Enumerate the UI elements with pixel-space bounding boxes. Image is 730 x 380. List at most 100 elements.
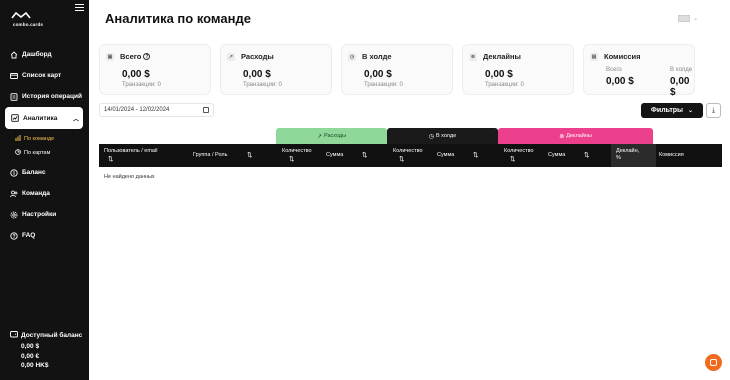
history-icon [10,92,18,101]
card-transactions: Транзакции: 0 [243,82,282,88]
bar-chart-icon [15,135,21,143]
logo-text: combo.cards [12,22,44,27]
sort-icon[interactable]: ⇅ [510,155,515,163]
th-declines-qty[interactable]: Количество [504,148,534,155]
chat-button[interactable] [705,354,722,371]
decline-icon: ⊗ [469,52,477,61]
card-title: Деклайны [483,52,521,61]
date-range-value: 14/01/2024 - 12/02/2024 [104,107,170,113]
sidebar-subitem-by-team[interactable]: По команде [0,132,89,146]
calendar-icon[interactable] [203,107,209,113]
sort-icon[interactable]: ⇅ [362,151,367,159]
faq-icon: ? [10,231,18,240]
card-title: Всего [120,52,142,61]
analytics-icon [11,114,19,122]
sort-icon[interactable]: ⇅ [289,155,294,163]
commission-total: Всего 0,00 $ [606,67,634,87]
th-decline-percent[interactable]: Деклайн, % [616,148,639,162]
th-hold-sum[interactable]: Сумма [437,152,454,159]
sidebar-item-label: Настройки [22,211,57,218]
sidebar-item-cards[interactable]: Список карт [0,65,89,86]
team-icon [10,190,18,198]
filters-button[interactable]: Фильтры ⌄ [641,103,703,118]
card-amount: 0,00 $ [485,69,513,80]
sidebar-item-label: Дашборд [22,51,52,58]
card-hold: ◷ В холде 0,00 $ Транзакции: 0 [341,44,453,95]
card-amount: 0,00 $ [243,69,271,80]
decline-icon: ⊗ [559,133,565,140]
balance-hkd: 0,00 HK$ [21,362,49,369]
sidebar-subitem-label: По картам [24,150,51,156]
th-expenses-sum[interactable]: Сумма [326,152,343,159]
available-balance: Доступный баланс 0,00 $ 0,00 € 0,00 HK$ [10,330,82,369]
th-group[interactable]: Группа / Роль [193,152,227,159]
sidebar-item-analytics[interactable]: Аналитика ︿ [5,107,83,129]
menu-toggle-icon[interactable] [75,4,84,12]
page-title: Аналитика по команде [105,11,251,26]
th-hold-qty[interactable]: Количество [393,148,423,155]
language-switcher[interactable]: ⌄ [678,15,698,22]
balance-title: Доступный баланс [10,330,82,340]
wallet-icon [10,330,18,340]
card-title: В холде [362,52,392,61]
receipt-icon: ▤ [590,52,598,61]
card-amount: 0,00 $ [122,69,150,80]
sidebar-item-settings[interactable]: Настройки [0,204,89,225]
download-button[interactable]: ⤓ [706,103,721,118]
sidebar-item-faq[interactable]: ? FAQ [0,225,89,246]
sidebar-item-label: Аналитика [23,114,58,122]
sidebar-item-team[interactable]: Команда [0,183,89,204]
download-icon: ⤓ [711,106,716,114]
sidebar: combo.cards Дашборд Список карт История … [0,0,89,380]
main-content: Аналитика по команде ⌄ ▣ Всего ? 0,00 $ … [89,0,730,380]
sidebar-item-label: Список карт [22,72,62,79]
sidebar-subitem-label: По команде [24,136,55,142]
card-title: Комиссия [604,52,641,61]
help-icon[interactable]: ? [143,53,151,60]
gear-icon [10,211,18,219]
sidebar-item-dashboard[interactable]: Дашборд [0,44,89,65]
clock-icon: ◷ [428,133,434,140]
sidebar-subitem-by-cards[interactable]: По картам [0,146,89,160]
balance-eur: 0,00 € [21,352,40,360]
sort-icon[interactable]: ⇅ [473,151,478,159]
commission-hold: В холде 0,00 $ [670,67,693,98]
th-commission[interactable]: Комиссия [659,152,684,159]
sort-icon[interactable]: ⇅ [399,155,404,163]
sidebar-item-label: История операций [22,93,83,100]
money-icon: ▣ [106,52,114,61]
balance-icon [10,168,18,177]
card-commission: ▤ Комиссия Всего 0,00 $ В холде 0,00 $ [583,44,695,98]
sidebar-item-label: Баланс [22,169,46,176]
card-total: ▣ Всего ? 0,00 $ Транзакции: 0 [99,44,211,95]
tab-declines[interactable]: ⊗ Деклайны [498,128,653,144]
svg-text:?: ? [12,233,15,239]
logo[interactable]: combo.cards [10,11,46,27]
th-expenses-qty[interactable]: Количество [282,148,312,155]
logo-mark-icon [11,11,31,19]
card-transactions: Транзакции: 0 [485,82,524,88]
card-expenses: ↗ Расходы 0,00 $ Транзакции: 0 [220,44,332,95]
clock-icon: ◷ [348,52,356,61]
table-header: Пользователь / email ⇅ Группа / Роль ⇅ К… [99,144,722,167]
summary-cards: ▣ Всего ? 0,00 $ Транзакции: 0 ↗ Расходы… [99,44,695,98]
sidebar-item-label: Команда [22,190,50,197]
sort-icon[interactable]: ⇅ [247,151,252,159]
sort-icon[interactable]: ⇅ [584,151,589,159]
sort-icon[interactable]: ⇅ [108,155,113,163]
chevron-up-icon: ︿ [72,117,79,123]
tab-expenses[interactable]: ↗ Расходы [276,128,387,144]
arrow-up-right-icon: ↗ [227,52,235,61]
date-range-input[interactable]: 14/01/2024 - 12/02/2024 [99,103,214,117]
cards-icon [10,72,18,80]
card-title: Расходы [241,52,274,61]
sidebar-item-label: FAQ [22,232,36,239]
tab-hold[interactable]: ◷ В холде [387,128,498,144]
chat-icon [710,359,717,366]
arrow-up-right-icon: ↗ [316,133,322,140]
th-declines-sum[interactable]: Сумма [548,152,565,159]
sidebar-item-balance[interactable]: Баланс [0,162,89,183]
th-user[interactable]: Пользователь / email [104,148,157,155]
sidebar-item-history[interactable]: История операций [0,86,89,107]
group-tabs: ↗ Расходы ◷ В холде ⊗ Деклайны [276,128,653,144]
